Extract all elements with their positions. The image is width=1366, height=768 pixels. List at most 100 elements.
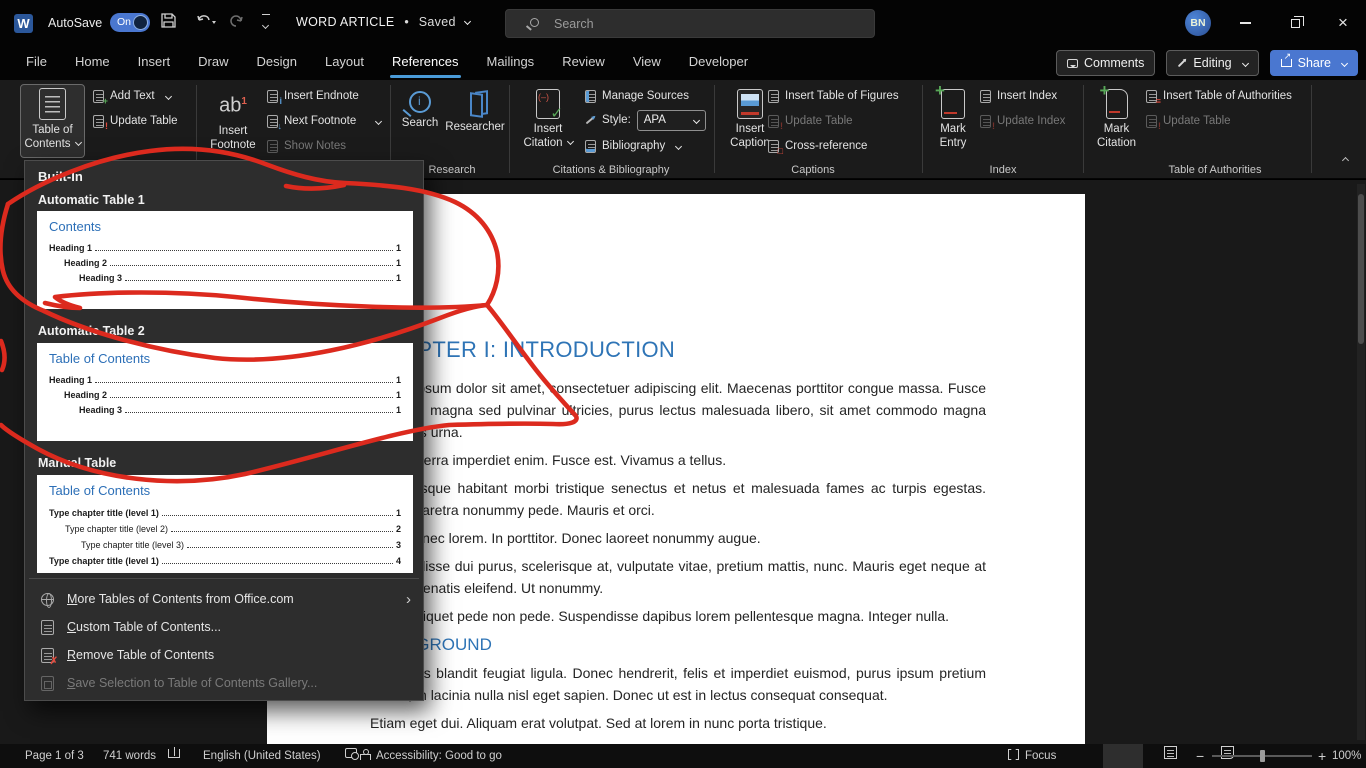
submenu-arrow-icon: › (406, 591, 411, 608)
autosave-toggle[interactable]: On (110, 13, 150, 32)
mark-entry-button[interactable]: MarkEntry (928, 84, 978, 158)
tab-review[interactable]: Review (548, 46, 619, 80)
title-bar: W AutoSave On WORD ARTICLE • Saved Searc… (0, 0, 1366, 46)
tab-layout[interactable]: Layout (311, 46, 378, 80)
document-title[interactable]: WORD ARTICLE • Saved (296, 15, 470, 29)
insert-table-of-authorities-button[interactable]: Insert Table of Authorities (1146, 85, 1292, 107)
insert-index-icon (980, 90, 991, 103)
insert-footnote-button[interactable]: ab1 InsertFootnote (203, 84, 263, 158)
toc-preview-title: Table of Contents (49, 351, 401, 366)
manage-sources-button[interactable]: Manage Sources (585, 85, 689, 107)
remove-toc-icon (41, 648, 54, 663)
footnote-ab-icon: ab1 (203, 87, 263, 121)
researcher-button[interactable]: Researcher (445, 84, 505, 158)
vertical-scrollbar[interactable] (1357, 184, 1365, 740)
restore-button[interactable] (1272, 0, 1318, 46)
zoom-percentage[interactable]: 100% (1332, 748, 1361, 764)
web-layout-button[interactable] (1221, 746, 1234, 759)
word-count[interactable]: 741 words (103, 748, 156, 764)
share-button[interactable]: Share (1270, 50, 1358, 76)
comments-button[interactable]: Comments (1056, 50, 1155, 76)
update-table-button[interactable]: Update Table (93, 110, 178, 132)
zoom-slider-handle[interactable] (1260, 750, 1265, 762)
table-of-contents-button[interactable]: Table ofContents (20, 84, 85, 158)
manage-sources-icon (585, 90, 596, 103)
language-indicator[interactable]: English (United States) (203, 748, 321, 764)
insert-table-of-figures-button[interactable]: Insert Table of Figures (768, 85, 899, 107)
insert-endnote-icon (267, 90, 278, 103)
autosave-state-label: On (117, 16, 131, 28)
add-text-button[interactable]: Add Text (93, 85, 171, 107)
scrollbar-thumb[interactable] (1358, 194, 1364, 344)
remove-toc-menu-item[interactable]: Remove Table of Contents (27, 641, 421, 669)
show-notes-button: Show Notes (267, 135, 346, 157)
search-placeholder: Search (554, 17, 594, 31)
insert-endnote-button[interactable]: Insert Endnote (267, 85, 359, 107)
tab-design[interactable]: Design (243, 46, 311, 80)
tab-home[interactable]: Home (61, 46, 124, 80)
accessibility-status[interactable]: Accessibility: Good to go (360, 748, 502, 764)
next-footnote-button[interactable]: Next Footnote (267, 110, 381, 132)
insert-citation-button[interactable]: InsertCitation (517, 84, 579, 158)
undo-button[interactable] (196, 12, 216, 29)
tab-file[interactable]: File (12, 46, 61, 80)
print-layout-button[interactable] (1164, 746, 1177, 759)
tab-references[interactable]: References (378, 46, 472, 80)
share-label: Share (1298, 56, 1331, 70)
mark-citation-button[interactable]: MarkCitation (1089, 84, 1144, 158)
manual-table-preview[interactable]: Table of Contents Type chapter title (le… (37, 475, 413, 573)
focus-mode-button[interactable]: Focus (1008, 748, 1056, 764)
tab-draw[interactable]: Draw (184, 46, 242, 80)
custom-toc-menu-item[interactable]: Custom Table of Contents... (27, 613, 421, 641)
add-text-icon (93, 90, 104, 103)
update-index-icon (980, 115, 991, 128)
zoom-in-button[interactable]: + (1318, 748, 1326, 764)
tab-insert[interactable]: Insert (124, 46, 185, 80)
bibliography-button[interactable]: Bibliography (585, 135, 681, 157)
automatic-table-1-preview[interactable]: Contents Heading 11 Heading 21 Heading 3… (37, 211, 413, 309)
tab-view[interactable]: View (619, 46, 675, 80)
zoom-out-button[interactable]: − (1196, 748, 1204, 764)
search-icon (530, 18, 539, 27)
page-indicator[interactable]: Page 1 of 3 (25, 748, 84, 764)
builtin-header: Built-In (38, 169, 83, 184)
document-title-text: WORD ARTICLE (296, 15, 395, 29)
background-heading: BACKGROUND (370, 635, 986, 655)
pencil-icon (1178, 59, 1186, 67)
more-tables-menu-item[interactable]: More Tables of Contents from Office.com … (27, 585, 421, 613)
chapter-heading: CHAPTER I: INTRODUCTION (370, 337, 986, 363)
editing-chevron-icon (1242, 59, 1249, 66)
zoom-slider[interactable] (1212, 755, 1312, 757)
editing-mode-button[interactable]: Editing (1166, 50, 1258, 76)
style-row: Style: APA (585, 109, 706, 131)
citation-style-select[interactable]: APA (637, 110, 706, 131)
close-button[interactable]: × (1320, 0, 1366, 46)
update-table-captions-button: Update Table (768, 110, 853, 132)
automatic-table-1-label: Automatic Table 1 (38, 193, 145, 207)
insert-caption-icon (737, 89, 763, 119)
minimize-button[interactable] (1222, 0, 1268, 46)
customize-quick-access-toolbar-icon[interactable] (262, 14, 270, 35)
search-button[interactable]: Search (397, 84, 443, 158)
save-gallery-icon (41, 676, 54, 691)
search-box[interactable]: Search (505, 9, 875, 38)
automatic-table-2-preview[interactable]: Table of Contents Heading 11 Heading 21 … (37, 343, 413, 441)
paragraph: Phasellus blandit feugiat ligula. Donec … (370, 662, 986, 706)
insert-index-button[interactable]: Insert Index (980, 85, 1057, 107)
office-com-globe-icon (41, 593, 54, 606)
paragraph: Suspendisse dui purus, scelerisque at, v… (370, 555, 986, 599)
word-app-icon[interactable]: W (14, 14, 33, 33)
update-table-icon (93, 115, 104, 128)
menu-separator (29, 578, 419, 579)
user-avatar[interactable]: BN (1185, 10, 1211, 36)
save-icon[interactable] (160, 12, 177, 29)
macro-record-icon[interactable] (345, 748, 357, 758)
collapse-ribbon-button[interactable] (1342, 157, 1349, 164)
tab-developer[interactable]: Developer (675, 46, 762, 80)
proofing-status-icon[interactable] (168, 749, 180, 758)
tab-mailings[interactable]: Mailings (473, 46, 549, 80)
autosave-toggle-knob (133, 15, 148, 30)
cross-reference-icon (768, 140, 779, 153)
redo-button[interactable] (228, 12, 245, 29)
cross-reference-button[interactable]: Cross-reference (768, 135, 867, 157)
